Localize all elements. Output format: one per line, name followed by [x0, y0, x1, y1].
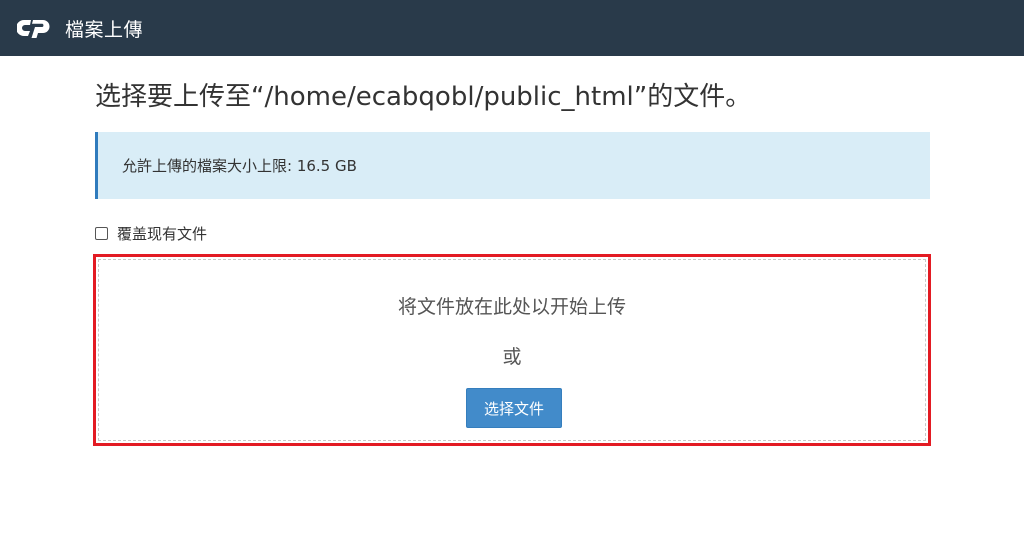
page-title: 选择要上传至“/home/ecabqobl/public_html”的文件。 — [95, 82, 752, 112]
choose-file-button[interactable]: 选择文件 — [466, 388, 562, 428]
overwrite-checkbox[interactable] — [95, 227, 108, 240]
upload-limit-text: 允許上傳的檔案大小上限: 16.5 GB — [122, 157, 357, 175]
file-dropzone[interactable]: 将文件放在此处以开始上传 或 选择文件 — [93, 254, 931, 446]
overwrite-label: 覆盖现有文件 — [117, 225, 208, 243]
overwrite-option[interactable]: 覆盖现有文件 — [95, 223, 207, 244]
dropzone-area: 将文件放在此处以开始上传 或 选择文件 — [98, 259, 926, 441]
or-separator: 或 — [502, 346, 522, 368]
header-title: 檔案上傳 — [65, 18, 144, 41]
top-header: 檔案上傳 — [0, 0, 1024, 56]
upload-limit-alert: 允許上傳的檔案大小上限: 16.5 GB — [95, 132, 930, 199]
cpanel-logo-icon[interactable] — [17, 16, 53, 40]
drop-instruction: 将文件放在此处以开始上传 — [397, 296, 626, 318]
